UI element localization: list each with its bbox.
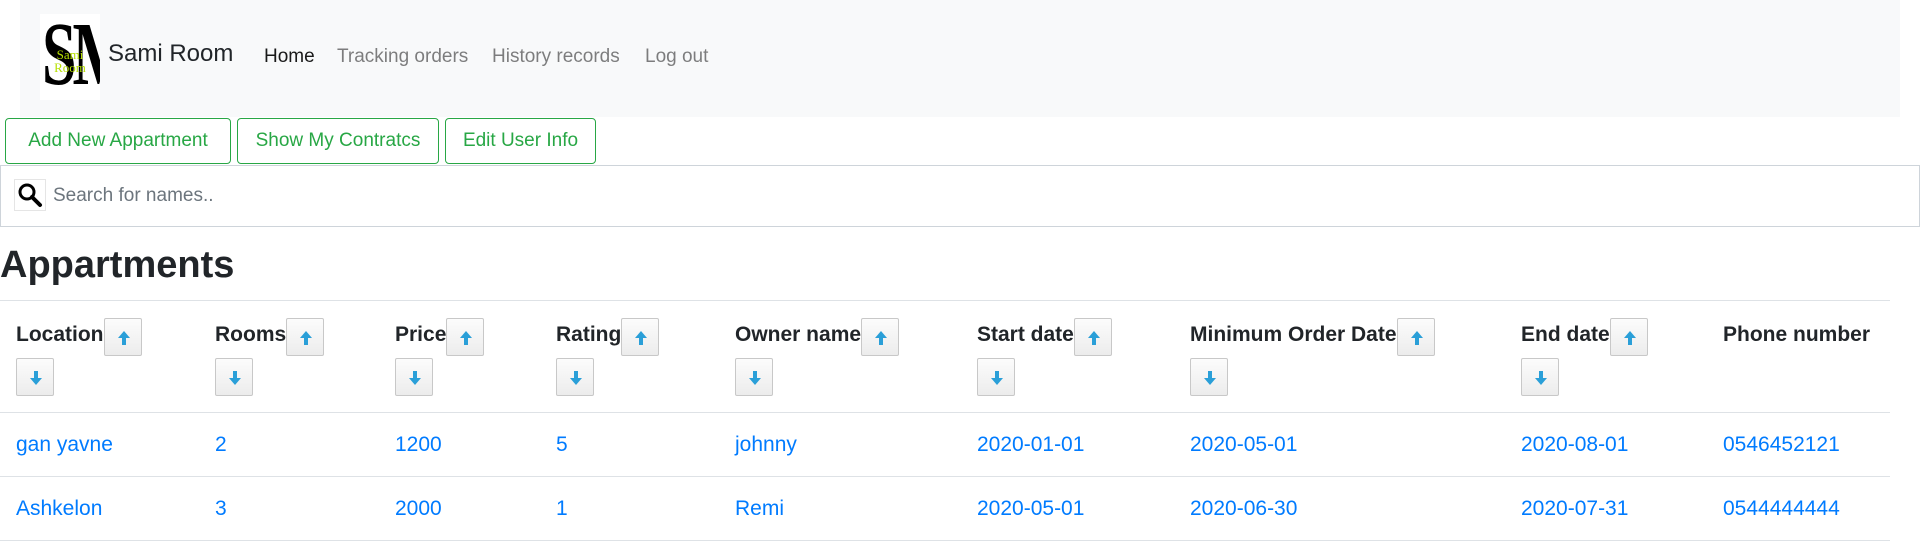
cell-location[interactable]: Ashkelon: [0, 476, 199, 541]
show-contracts-button[interactable]: Show My Contratcs: [237, 118, 439, 164]
cell-start-date[interactable]: 2020-05-01: [961, 476, 1174, 541]
cell-end-date[interactable]: 2020-08-01: [1505, 412, 1707, 477]
header-label: End date: [1521, 323, 1610, 346]
header-minimum-order-date: Minimum Order Date: [1174, 300, 1505, 413]
sort-desc-icon[interactable]: [16, 358, 54, 396]
sort-asc-icon[interactable]: [1396, 318, 1435, 356]
search-bar: [0, 165, 1920, 227]
edit-user-info-button[interactable]: Edit User Info: [445, 118, 596, 164]
header-rating: Rating: [540, 300, 719, 413]
cell-owner-name[interactable]: johnny: [719, 412, 961, 477]
sort-desc-icon[interactable]: [735, 358, 773, 396]
nav-link-home[interactable]: Home: [264, 46, 315, 68]
cell-location[interactable]: gan yavne: [0, 412, 199, 477]
table-row[interactable]: gan yavne 2 1200 5 johnny 2020-01-01 202…: [0, 412, 1890, 477]
sort-desc-icon[interactable]: [395, 358, 433, 396]
table-header-row: Location Rooms Price Rating Owner name S…: [0, 300, 1890, 413]
sort-asc-icon[interactable]: [286, 318, 325, 356]
header-label: Price: [395, 323, 447, 346]
sort-desc-icon[interactable]: [556, 358, 594, 396]
nav-link-history-records[interactable]: History records: [492, 46, 620, 68]
navbar: SM Sami Room Sami Room Home Tracking ord…: [20, 0, 1900, 117]
add-appartment-button[interactable]: Add New Appartment: [5, 118, 231, 164]
cell-phone-number[interactable]: 0544444444: [1707, 476, 1890, 541]
cell-rooms[interactable]: 3: [199, 476, 379, 541]
search-icon[interactable]: [14, 179, 46, 211]
sort-asc-icon[interactable]: [103, 318, 142, 356]
table-row[interactable]: Ashkelon 3 2000 1 Remi 2020-05-01 2020-0…: [0, 476, 1890, 541]
sort-asc-icon[interactable]: [621, 318, 660, 356]
sort-asc-icon[interactable]: [1609, 318, 1648, 356]
header-label: Rooms: [215, 323, 287, 346]
appartments-table: Location Rooms Price Rating Owner name S…: [0, 300, 1890, 541]
header-label: Rating: [556, 323, 622, 346]
sort-desc-icon[interactable]: [1521, 358, 1559, 396]
header-rooms: Rooms: [199, 300, 379, 413]
cell-rooms[interactable]: 2: [199, 412, 379, 477]
header-label: Location: [16, 323, 104, 346]
cell-minimum-order-date[interactable]: 2020-06-30: [1174, 476, 1505, 541]
header-start-date: Start date: [961, 300, 1174, 413]
nav-link-logout[interactable]: Log out: [645, 46, 708, 68]
sort-desc-icon[interactable]: [215, 358, 253, 396]
page-title: Appartments: [0, 244, 235, 286]
search-input[interactable]: [51, 178, 1451, 214]
header-label: Owner name: [735, 323, 862, 346]
cell-phone-number[interactable]: 0546452121: [1707, 412, 1890, 477]
cell-price[interactable]: 1200: [379, 412, 540, 477]
header-label: Phone number: [1723, 323, 1871, 346]
sort-asc-icon[interactable]: [446, 318, 485, 356]
brand-name[interactable]: Sami Room: [108, 40, 233, 68]
nav-link-tracking-orders[interactable]: Tracking orders: [337, 46, 468, 68]
header-phone-number: Phone number: [1707, 300, 1890, 413]
header-label: Start date: [977, 323, 1074, 346]
header-owner-name: Owner name: [719, 300, 961, 413]
header-price: Price: [379, 300, 540, 413]
cell-rating[interactable]: 5: [540, 412, 719, 477]
header-location: Location: [0, 300, 199, 413]
header-label: Minimum Order Date: [1190, 323, 1397, 346]
sort-asc-icon[interactable]: [861, 318, 900, 356]
cell-end-date[interactable]: 2020-07-31: [1505, 476, 1707, 541]
sort-desc-icon[interactable]: [977, 358, 1015, 396]
cell-owner-name[interactable]: Remi: [719, 476, 961, 541]
logo-text: Sami Room: [54, 47, 86, 75]
brand-logo[interactable]: SM Sami Room: [40, 14, 100, 100]
header-end-date: End date: [1505, 300, 1707, 413]
cell-price[interactable]: 2000: [379, 476, 540, 541]
cell-start-date[interactable]: 2020-01-01: [961, 412, 1174, 477]
cell-minimum-order-date[interactable]: 2020-05-01: [1174, 412, 1505, 477]
sort-asc-icon[interactable]: [1073, 318, 1112, 356]
cell-rating[interactable]: 1: [540, 476, 719, 541]
sort-desc-icon[interactable]: [1190, 358, 1228, 396]
